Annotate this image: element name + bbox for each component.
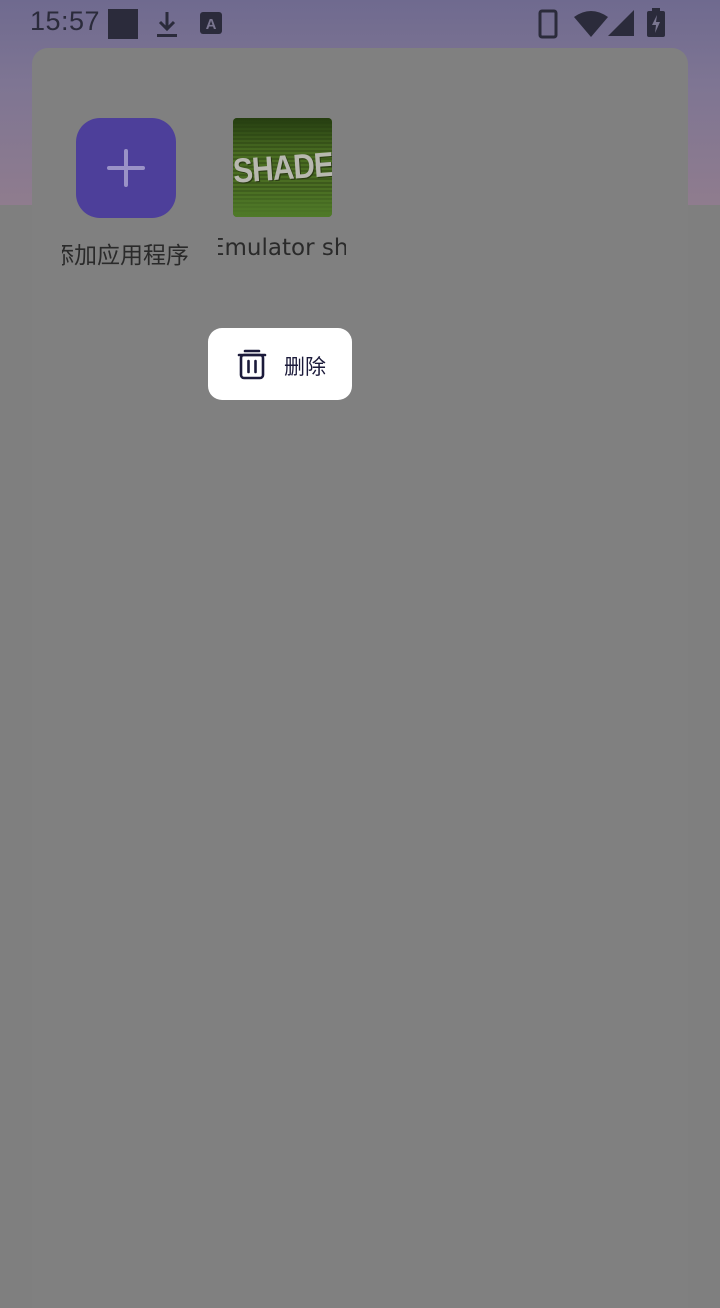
signal-icon [608,10,634,40]
plus-icon [76,118,176,218]
wifi-icon [574,11,608,41]
app-tile-emulator-shader[interactable]: SHADER Emulator sh [212,118,352,261]
delete-menu-item[interactable]: 删除 [208,328,352,400]
svg-text:A: A [206,16,217,33]
app-label: Emulator sh [218,235,346,261]
status-bar: 15:57 A [0,0,720,48]
battery-charging-icon [646,8,666,42]
context-menu: 删除 [208,328,352,400]
app-picker-sheet: 添加应用程序 SHADER Emulator sh [32,48,688,1308]
font-badge-icon: A [200,12,222,38]
download-icon [155,10,179,42]
trash-icon [236,348,268,384]
shader-app-icon: SHADER [232,118,332,217]
app-label: 添加应用程序 [62,243,189,269]
phone-icon [538,9,558,43]
delete-label: 删除 [284,355,326,379]
status-time: 15:57 [30,6,101,36]
square-notification-icon [108,9,138,43]
shader-icon-text: SHADER [232,144,332,191]
app-tile-add[interactable]: 添加应用程序 [56,118,196,270]
